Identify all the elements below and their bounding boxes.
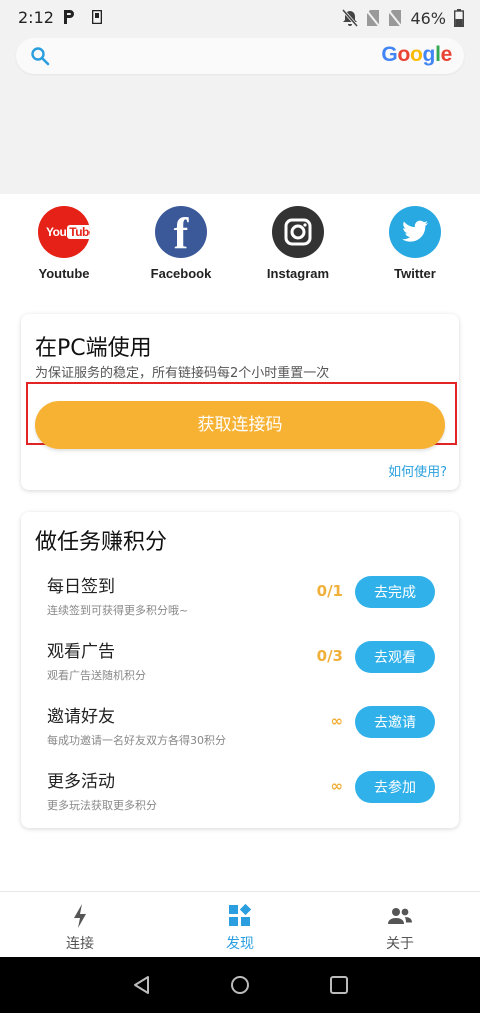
tasks-card: 做任务赚积分 每日签到 连续签到可获得更多积分哦~ 0/1 去完成 观看广告 观… bbox=[21, 512, 459, 828]
pc-card-subtitle: 为保证服务的稳定，所有链接码每2个小时重置一次 bbox=[35, 366, 330, 381]
system-nav-bar bbox=[0, 957, 480, 1013]
parking-icon bbox=[64, 10, 74, 24]
twitter-shortcut[interactable]: Twitter bbox=[365, 206, 465, 281]
task-join-button[interactable]: 去参加 bbox=[355, 771, 435, 803]
task-name: 每日签到 bbox=[47, 577, 115, 597]
twitter-label: Twitter bbox=[394, 266, 436, 281]
widget-area: Google bbox=[0, 36, 480, 194]
youtube-icon: YouTube bbox=[38, 206, 90, 258]
document-icon bbox=[92, 10, 102, 24]
task-desc: 每成功邀请一名好友双方各得30积分 bbox=[47, 734, 226, 747]
status-bar: 2:12 46% bbox=[0, 0, 480, 36]
task-row: 每日签到 连续签到可获得更多积分哦~ 0/1 去完成 bbox=[21, 572, 459, 634]
battery-percent: 46% bbox=[410, 8, 446, 28]
facebook-shortcut[interactable]: f Facebook bbox=[131, 206, 231, 281]
task-desc: 观看广告送随机积分 bbox=[47, 669, 146, 682]
status-right-icons: 46% bbox=[342, 8, 464, 28]
instagram-icon bbox=[272, 206, 324, 258]
pc-usage-card: 在PC端使用 为保证服务的稳定，所有链接码每2个小时重置一次 获取连接码 如何使… bbox=[21, 314, 459, 490]
home-icon[interactable] bbox=[230, 975, 250, 995]
tab-about-label: 关于 bbox=[386, 936, 414, 952]
task-desc: 更多玩法获取更多积分 bbox=[47, 799, 157, 812]
pc-card-title: 在PC端使用 bbox=[35, 336, 152, 361]
no-sim-icon bbox=[366, 10, 381, 27]
people-icon bbox=[388, 908, 412, 924]
no-sim-icon bbox=[388, 10, 403, 27]
get-connection-code-button[interactable]: 获取连接码 bbox=[35, 401, 445, 449]
task-row: 更多活动 更多玩法获取更多积分 ∞ 去参加 bbox=[21, 767, 459, 829]
status-time: 2:12 bbox=[18, 8, 54, 27]
task-name: 观看广告 bbox=[47, 642, 115, 662]
tab-connect-label: 连接 bbox=[66, 936, 94, 952]
task-row: 观看广告 观看广告送随机积分 0/3 去观看 bbox=[21, 637, 459, 699]
social-shortcuts: YouTube Youtube f Facebook Instagram Twi… bbox=[0, 206, 480, 296]
instagram-label: Instagram bbox=[266, 266, 330, 281]
bottom-nav: 连接 发现 关于 bbox=[0, 891, 480, 957]
youtube-shortcut[interactable]: YouTube Youtube bbox=[14, 206, 114, 281]
discover-icon bbox=[229, 903, 252, 926]
youtube-label: Youtube bbox=[38, 266, 90, 281]
tab-about[interactable]: 关于 bbox=[320, 892, 480, 958]
task-complete-button[interactable]: 去完成 bbox=[355, 576, 435, 608]
task-row: 邀请好友 每成功邀请一名好友双方各得30积分 ∞ 去邀请 bbox=[21, 702, 459, 764]
battery-icon bbox=[454, 9, 464, 27]
twitter-icon bbox=[389, 206, 441, 258]
task-name: 邀请好友 bbox=[47, 707, 115, 727]
task-count: 0/1 bbox=[316, 582, 343, 600]
task-count: 0/3 bbox=[316, 647, 343, 665]
recents-icon[interactable] bbox=[329, 975, 349, 995]
tasks-card-title: 做任务赚积分 bbox=[35, 530, 168, 555]
tab-discover-label: 发现 bbox=[226, 936, 254, 952]
lightning-icon bbox=[74, 904, 86, 928]
google-logo: Google bbox=[381, 43, 452, 66]
facebook-icon: f bbox=[155, 206, 207, 258]
search-icon bbox=[31, 47, 50, 66]
task-count: ∞ bbox=[330, 777, 344, 795]
task-watch-button[interactable]: 去观看 bbox=[355, 641, 435, 673]
tab-discover[interactable]: 发现 bbox=[160, 892, 320, 958]
facebook-label: Facebook bbox=[150, 266, 212, 281]
google-search-bar[interactable]: Google bbox=[16, 38, 464, 74]
instagram-shortcut[interactable]: Instagram bbox=[248, 206, 348, 281]
mute-bell-icon bbox=[342, 9, 359, 27]
task-invite-button[interactable]: 去邀请 bbox=[355, 706, 435, 738]
back-icon[interactable] bbox=[132, 975, 152, 995]
task-name: 更多活动 bbox=[47, 772, 115, 792]
how-to-use-link[interactable]: 如何使用? bbox=[388, 461, 447, 480]
task-count: ∞ bbox=[330, 712, 344, 730]
task-desc: 连续签到可获得更多积分哦~ bbox=[47, 604, 189, 617]
tab-connect[interactable]: 连接 bbox=[0, 892, 160, 958]
